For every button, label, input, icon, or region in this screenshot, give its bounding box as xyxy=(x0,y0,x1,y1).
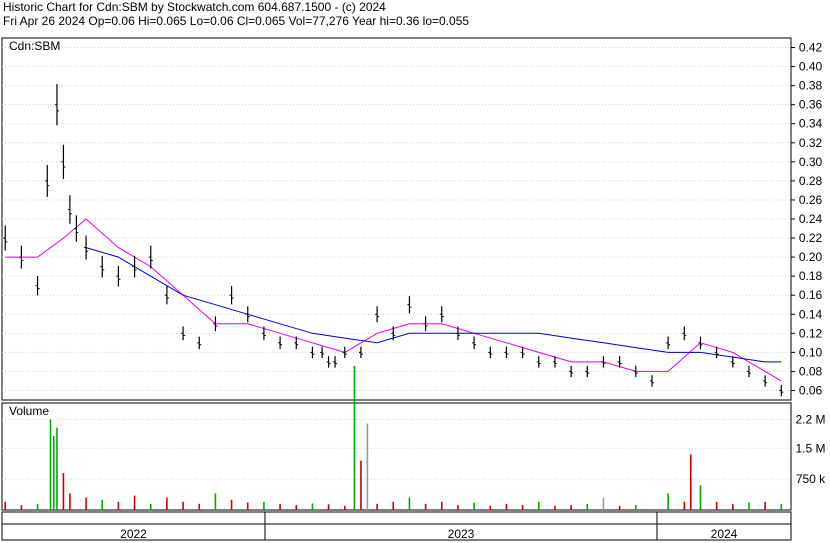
volume-bar xyxy=(715,501,718,510)
volume-bar xyxy=(505,503,508,510)
volume-bar xyxy=(295,505,298,510)
price-grid xyxy=(2,47,795,480)
axis-labels: 0.42 0.40 0.38 0.36 0.34 0.32 0.30 0.28 0.26 0.24… xyxy=(9,39,826,541)
volume-panel-title: Volume xyxy=(9,404,49,418)
volume-bar xyxy=(392,501,395,510)
volume-bar xyxy=(689,454,692,510)
volume-bar xyxy=(602,497,605,510)
volume-bar xyxy=(214,493,217,510)
price-panel-frame xyxy=(1,37,792,401)
volume-bar xyxy=(667,493,669,510)
price-tick-label: 0.30 xyxy=(799,155,823,169)
volume-bar xyxy=(101,499,104,510)
volume-bar xyxy=(473,502,475,510)
volume-bar xyxy=(360,460,362,510)
price-tick-label: 0.06 xyxy=(799,383,823,397)
volume-bar xyxy=(634,505,637,510)
price-tick-label: 0.14 xyxy=(799,307,823,321)
volume-bar xyxy=(85,497,87,510)
volume-bar xyxy=(440,501,443,510)
volume-bar xyxy=(424,503,427,510)
volume-bars xyxy=(4,365,783,510)
volume-bar xyxy=(780,503,783,510)
volume-bar xyxy=(748,502,750,510)
volume-bar xyxy=(521,505,524,510)
volume-bar xyxy=(327,504,330,510)
volume-bar xyxy=(69,493,71,510)
volume-tick-label: 1.5 M xyxy=(795,441,825,455)
volume-bar xyxy=(353,365,356,510)
volume-tick-label: 750 k xyxy=(796,472,826,486)
volume-bar xyxy=(166,497,168,510)
volume-bar xyxy=(279,503,281,510)
volume-bar xyxy=(489,505,492,510)
volume-bar xyxy=(311,503,314,510)
price-panel-title: Cdn:SBM xyxy=(9,39,60,53)
volume-bar xyxy=(457,505,459,510)
price-tick-label: 0.32 xyxy=(799,136,823,150)
chart-frames xyxy=(1,37,792,541)
price-tick-label: 0.20 xyxy=(799,250,823,264)
year-label-2024: 2024 xyxy=(711,527,738,541)
volume-bar xyxy=(230,499,233,510)
price-tick-label: 0.34 xyxy=(799,117,823,131)
price-tick-label: 0.18 xyxy=(799,269,823,283)
volume-tick-label: 2.2 M xyxy=(795,412,825,426)
volume-bar xyxy=(537,501,540,510)
volume-bar xyxy=(20,505,23,510)
volume-panel-frame xyxy=(1,402,792,511)
volume-bar xyxy=(198,503,201,510)
stock-chart: 0.42 0.40 0.38 0.36 0.34 0.32 0.30 0.28 0.26 0.24… xyxy=(1,37,826,541)
volume-bar xyxy=(570,505,572,510)
volume-bar xyxy=(182,501,184,510)
volume-bar xyxy=(149,503,152,510)
price-tick-label: 0.10 xyxy=(799,345,823,359)
volume-bar xyxy=(586,503,589,510)
price-tick-label: 0.12 xyxy=(799,326,823,340)
price-tick-label: 0.36 xyxy=(799,98,823,112)
price-tick-label: 0.24 xyxy=(799,212,823,226)
volume-bar xyxy=(343,505,346,510)
year-label-2023: 2023 xyxy=(448,527,475,541)
short-moving-average-line xyxy=(5,218,782,382)
moving-average-lines xyxy=(5,218,782,382)
volume-bar xyxy=(376,503,378,510)
price-bars xyxy=(3,84,784,397)
price-tick-label: 0.40 xyxy=(799,60,823,74)
volume-bar xyxy=(731,503,734,510)
volume-bar xyxy=(764,501,766,510)
price-tick-label: 0.16 xyxy=(799,288,823,302)
price-tick-label: 0.26 xyxy=(799,193,823,207)
volume-bar xyxy=(133,495,136,510)
volume-bar xyxy=(36,503,39,510)
price-tick-label: 0.28 xyxy=(799,174,823,188)
volume-bar xyxy=(62,472,65,510)
price-tick-label: 0.22 xyxy=(799,231,823,245)
volume-bar xyxy=(618,505,621,510)
volume-bar xyxy=(366,423,369,510)
volume-bar xyxy=(56,427,58,510)
volume-bar xyxy=(554,505,556,510)
volume-bar xyxy=(246,502,249,510)
price-tick-label: 0.08 xyxy=(799,364,823,378)
volume-bar xyxy=(52,435,55,510)
price-tick-label: 0.38 xyxy=(799,79,823,93)
volume-bar xyxy=(4,501,7,510)
volume-bar xyxy=(699,485,702,510)
volume-bar xyxy=(49,419,52,510)
year-label-2022: 2022 xyxy=(120,527,147,541)
volume-bar xyxy=(408,497,411,510)
volume-bar xyxy=(117,501,120,510)
long-moving-average-line xyxy=(85,247,782,363)
volume-bar xyxy=(263,501,265,510)
price-tick-label: 0.42 xyxy=(799,41,823,55)
volume-bar xyxy=(683,501,686,510)
